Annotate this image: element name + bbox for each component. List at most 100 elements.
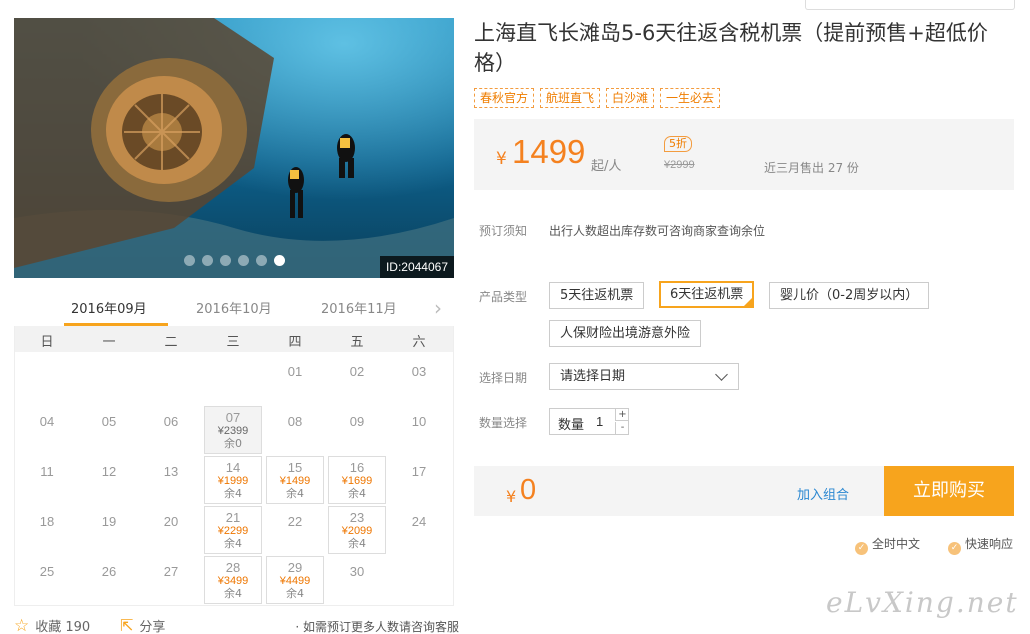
tag: 白沙滩 bbox=[606, 88, 655, 108]
day-price: ¥1699 bbox=[341, 475, 373, 487]
day-number: 08 bbox=[287, 414, 303, 429]
calendar-day: 17 bbox=[390, 456, 448, 504]
price-calendar: 日 一 二 三 四 五 六 01 02 03 04 05 06 07 ¥2399 余0 08 09 10 11 12 1… bbox=[14, 326, 454, 606]
calendar-day: 08 bbox=[266, 406, 324, 454]
gallery-dot[interactable] bbox=[274, 255, 285, 266]
quantity-input[interactable]: 1 bbox=[596, 414, 603, 429]
total-price: 0 bbox=[520, 474, 537, 506]
option-insurance[interactable]: 人保财险出境游意外险 bbox=[549, 320, 702, 347]
day-stock: 余4 bbox=[286, 587, 304, 600]
sold-count: 近三月售出 27 份 bbox=[764, 161, 859, 175]
calendar-day: 26 bbox=[80, 556, 138, 604]
tab-month-nov[interactable]: 2016年11月 bbox=[321, 298, 397, 317]
quantity-increase-button[interactable]: + bbox=[615, 409, 629, 421]
calendar-day: 02 bbox=[328, 356, 386, 404]
gallery-dot[interactable] bbox=[220, 255, 231, 266]
calendar-day-available[interactable]: 15 ¥1499 余4 bbox=[266, 456, 324, 504]
option-6day-ticket[interactable]: 6天往返机票 bbox=[659, 281, 755, 308]
calendar-day-available[interactable]: 21 ¥2299 余4 bbox=[204, 506, 262, 554]
day-number: 19 bbox=[101, 514, 117, 529]
quantity-inner-label: 数量 bbox=[558, 418, 585, 433]
day-number: 15 bbox=[287, 460, 303, 475]
day-price: ¥2299 bbox=[217, 525, 249, 537]
option-infant[interactable]: 婴儿价（0-2周岁以内） bbox=[769, 282, 930, 309]
calendar-day-available[interactable]: 28 ¥3499 余4 bbox=[204, 556, 262, 604]
header-dropdown-stub bbox=[805, 0, 1015, 10]
price-value: 1499 bbox=[512, 133, 586, 170]
gallery-dot[interactable] bbox=[238, 255, 249, 266]
check-icon: ✓ bbox=[855, 542, 868, 555]
day-number: 07 bbox=[225, 410, 241, 425]
day-stock: 余4 bbox=[224, 537, 242, 550]
calendar-day: 19 bbox=[80, 506, 138, 554]
day-number: 24 bbox=[411, 514, 427, 529]
day-number: 27 bbox=[163, 564, 179, 579]
tab-month-oct[interactable]: 2016年10月 bbox=[196, 298, 272, 317]
calendar-day: 06 bbox=[142, 406, 200, 454]
calendar-day: 03 bbox=[390, 356, 448, 404]
add-combo-link[interactable]: 加入组合 bbox=[797, 484, 849, 503]
share-button[interactable]: ⇱ 分享 bbox=[120, 616, 165, 634]
quantity-decrease-button[interactable]: - bbox=[615, 422, 629, 434]
day-number: 13 bbox=[163, 464, 179, 479]
price-unit: 起/人 bbox=[591, 159, 622, 174]
date-select[interactable]: 请选择日期 bbox=[549, 363, 739, 390]
product-gallery[interactable]: ID:2044067 bbox=[14, 18, 454, 278]
calendar-day: 30 bbox=[328, 556, 386, 604]
day-stock: 余4 bbox=[348, 487, 366, 500]
calendar-day: 18 bbox=[18, 506, 76, 554]
next-month-arrow-icon[interactable]: › bbox=[434, 296, 442, 320]
badge-chinese-label: 全时中文 bbox=[872, 537, 921, 551]
day-number: 18 bbox=[39, 514, 55, 529]
gallery-dot[interactable] bbox=[184, 255, 195, 266]
calendar-day: 20 bbox=[142, 506, 200, 554]
share-label: 分享 bbox=[139, 620, 166, 634]
gallery-dots bbox=[184, 255, 285, 266]
day-number: 26 bbox=[101, 564, 117, 579]
currency-symbol: ¥ bbox=[496, 149, 507, 169]
favorite-button[interactable]: ☆ 收藏 190 bbox=[14, 616, 90, 634]
calendar-day-available[interactable]: 07 ¥2399 余0 bbox=[204, 406, 262, 454]
day-number: 11 bbox=[40, 464, 54, 479]
weekday-label: 三 bbox=[226, 335, 240, 350]
day-stock: 余4 bbox=[224, 487, 242, 500]
share-icon: ⇱ bbox=[120, 616, 134, 634]
calendar-day-available[interactable]: 16 ¥1699 余4 bbox=[328, 456, 386, 504]
calendar-day-available[interactable]: 14 ¥1999 余4 bbox=[204, 456, 262, 504]
original-price: ¥2999 bbox=[664, 159, 695, 171]
calendar-day: 01 bbox=[266, 356, 324, 404]
watermark-logo: eLvXing.net bbox=[826, 586, 1019, 619]
day-number: 04 bbox=[39, 414, 55, 429]
price-box: ¥ 1499 起/人 5折 ¥2999 近三月售出 27 份 bbox=[474, 119, 1014, 190]
calendar-day: 10 bbox=[390, 406, 448, 454]
option-5day-ticket[interactable]: 5天往返机票 bbox=[549, 282, 645, 309]
notice-label: 预订须知 bbox=[479, 224, 528, 238]
calendar-day: 22 bbox=[266, 506, 324, 554]
quantity-stepper: 数量 1 + - bbox=[549, 408, 629, 435]
favorite-label: 收藏 190 bbox=[35, 620, 91, 634]
day-stock: 余4 bbox=[286, 487, 304, 500]
badge-fast-label: 快速响应 bbox=[965, 537, 1014, 551]
calendar-day: 11 bbox=[18, 456, 76, 504]
product-title: 上海直飞长滩岛5-6天往返含税机票（提前预售+超低价格） bbox=[474, 21, 988, 75]
month-tabs: 2016年09月 2016年10月 2016年11月 › bbox=[14, 290, 454, 326]
day-stock: 余4 bbox=[224, 587, 242, 600]
tab-month-sep[interactable]: 2016年09月 bbox=[71, 298, 147, 317]
day-number: 21 bbox=[225, 510, 241, 525]
day-number: 09 bbox=[349, 414, 365, 429]
day-number: 10 bbox=[411, 414, 427, 429]
calendar-day: 09 bbox=[328, 406, 386, 454]
day-number: 02 bbox=[349, 364, 365, 379]
gallery-photo bbox=[14, 18, 454, 278]
calendar-day: 27 bbox=[142, 556, 200, 604]
calendar-day: 25 bbox=[18, 556, 76, 604]
day-number: 30 bbox=[349, 564, 365, 579]
gallery-dot[interactable] bbox=[202, 255, 213, 266]
day-number: 23 bbox=[349, 510, 365, 525]
calendar-day-available[interactable]: 23 ¥2099 余4 bbox=[328, 506, 386, 554]
calendar-day-available[interactable]: 29 ¥4499 余4 bbox=[266, 556, 324, 604]
weekday-label: 一 bbox=[102, 335, 116, 350]
day-stock: 余0 bbox=[224, 437, 242, 450]
gallery-dot[interactable] bbox=[256, 255, 267, 266]
buy-now-button[interactable]: 立即购买 bbox=[884, 466, 1014, 516]
